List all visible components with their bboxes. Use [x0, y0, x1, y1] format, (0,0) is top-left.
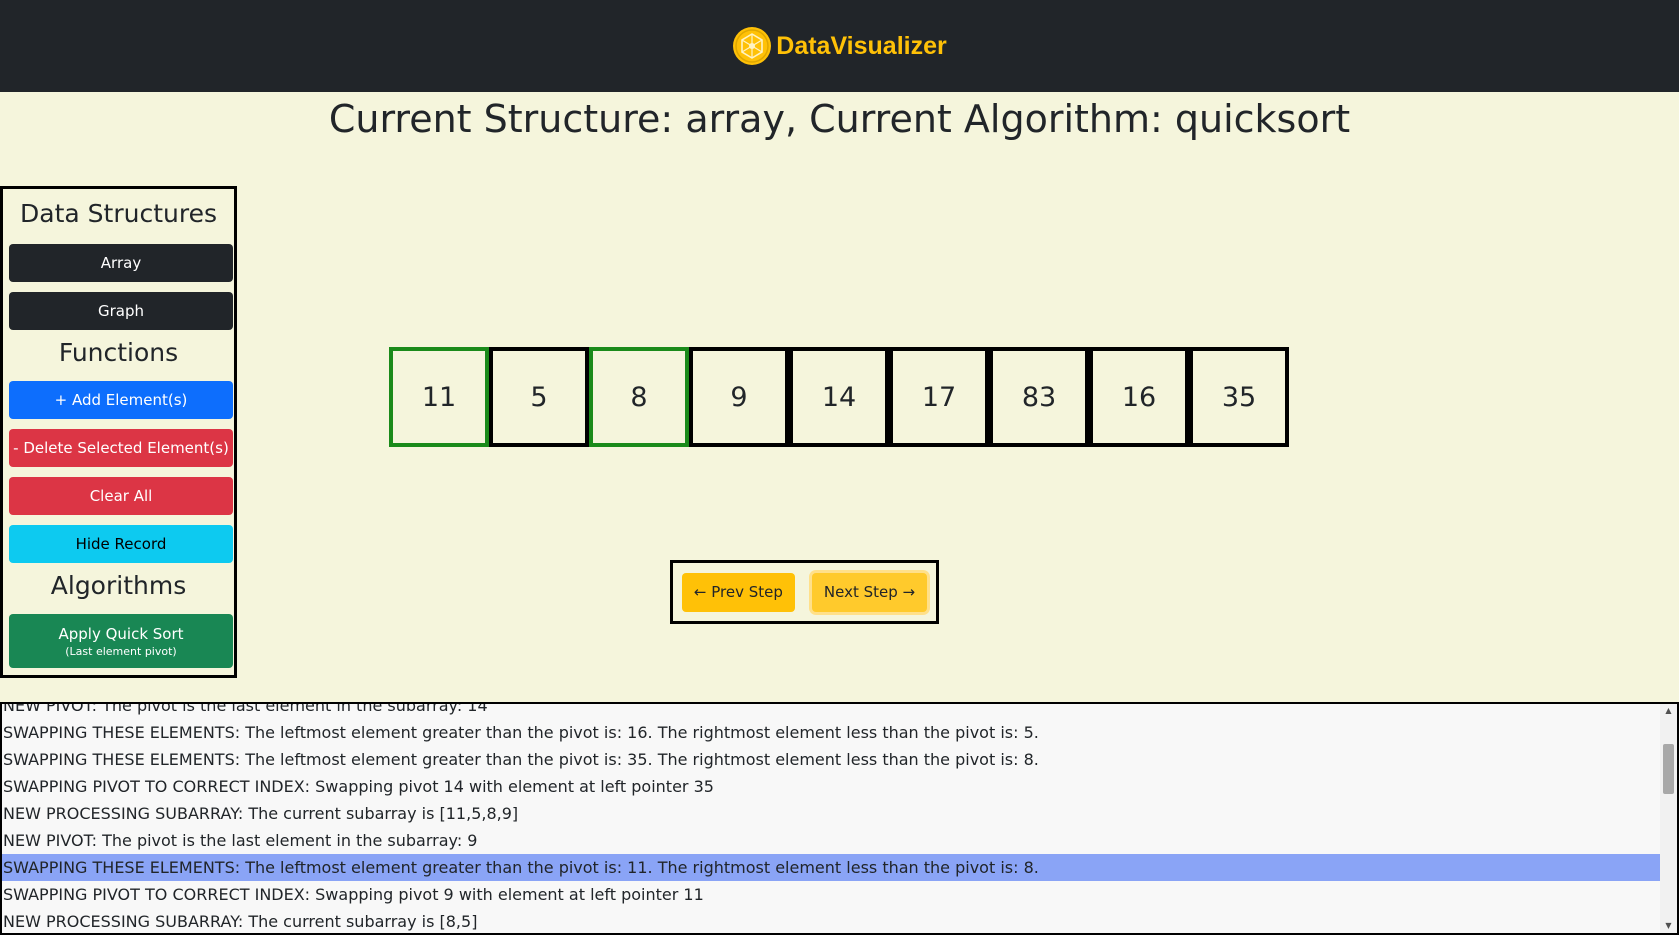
array-cell[interactable]: 11: [389, 347, 489, 447]
array-button[interactable]: Array: [9, 244, 233, 282]
data-structures-heading: Data Structures: [20, 199, 217, 228]
graph-button[interactable]: Graph: [9, 292, 233, 330]
array-visualization: 11 5 8 9 14 17 83 16 35: [389, 347, 1289, 447]
log-scrollbar[interactable]: ▲ ▼: [1660, 704, 1677, 933]
array-cell[interactable]: 16: [1089, 347, 1189, 447]
next-step-button[interactable]: Next Step →: [811, 572, 928, 612]
delete-selected-button[interactable]: - Delete Selected Element(s): [9, 429, 233, 467]
scroll-thumb[interactable]: [1663, 744, 1674, 794]
log-entry[interactable]: SWAPPING THESE ELEMENTS: The leftmost el…: [2, 746, 1662, 773]
sidebar-panel: Data Structures Array Graph Functions + …: [0, 186, 237, 678]
brand[interactable]: DataVisualizer: [732, 26, 947, 66]
add-element-button[interactable]: + Add Element(s): [9, 381, 233, 419]
record-log-panel[interactable]: NEW PIVOT: The pivot is the last element…: [0, 702, 1679, 935]
array-cell[interactable]: 35: [1189, 347, 1289, 447]
functions-heading: Functions: [58, 338, 179, 367]
log-entry[interactable]: SWAPPING THESE ELEMENTS: The leftmost el…: [2, 854, 1662, 881]
brand-name: DataVisualizer: [776, 31, 947, 60]
page-title: Current Structure: array, Current Algori…: [328, 97, 1351, 141]
prev-step-button[interactable]: ← Prev Step: [681, 572, 795, 612]
algorithms-heading: Algorithms: [50, 571, 187, 600]
step-controls: ← Prev Step Next Step →: [670, 560, 939, 624]
array-cell[interactable]: 8: [589, 347, 689, 447]
log-entry[interactable]: NEW PROCESSING SUBARRAY: The current sub…: [2, 800, 1662, 827]
log-entry[interactable]: NEW PIVOT: The pivot is the last element…: [2, 704, 1662, 719]
log-entry[interactable]: NEW PROCESSING SUBARRAY: The current sub…: [2, 908, 1662, 933]
log-entry[interactable]: SWAPPING PIVOT TO CORRECT INDEX: Swappin…: [2, 881, 1662, 908]
log-entry[interactable]: NEW PIVOT: The pivot is the last element…: [2, 827, 1662, 854]
array-cell[interactable]: 5: [489, 347, 589, 447]
top-navbar: DataVisualizer: [0, 0, 1679, 92]
array-cell[interactable]: 17: [889, 347, 989, 447]
quicksort-button-subtext: (Last element pivot): [65, 644, 177, 658]
log-entry[interactable]: SWAPPING PIVOT TO CORRECT INDEX: Swappin…: [2, 773, 1662, 800]
apply-quicksort-button[interactable]: Apply Quick Sort (Last element pivot): [9, 614, 233, 668]
scroll-down-arrow-icon[interactable]: ▼: [1660, 919, 1677, 933]
clear-all-button[interactable]: Clear All: [9, 477, 233, 515]
log-entry[interactable]: SWAPPING THESE ELEMENTS: The leftmost el…: [2, 719, 1662, 746]
record-log-list: NEW PIVOT: The pivot is the last element…: [2, 704, 1662, 933]
array-cell[interactable]: 14: [789, 347, 889, 447]
hexagon-network-logo-icon: [733, 27, 772, 65]
array-cell[interactable]: 9: [689, 347, 789, 447]
array-cell[interactable]: 83: [989, 347, 1089, 447]
hide-record-button[interactable]: Hide Record: [9, 525, 233, 563]
quicksort-button-label: Apply Quick Sort: [58, 624, 184, 643]
scroll-up-arrow-icon[interactable]: ▲: [1660, 704, 1677, 718]
